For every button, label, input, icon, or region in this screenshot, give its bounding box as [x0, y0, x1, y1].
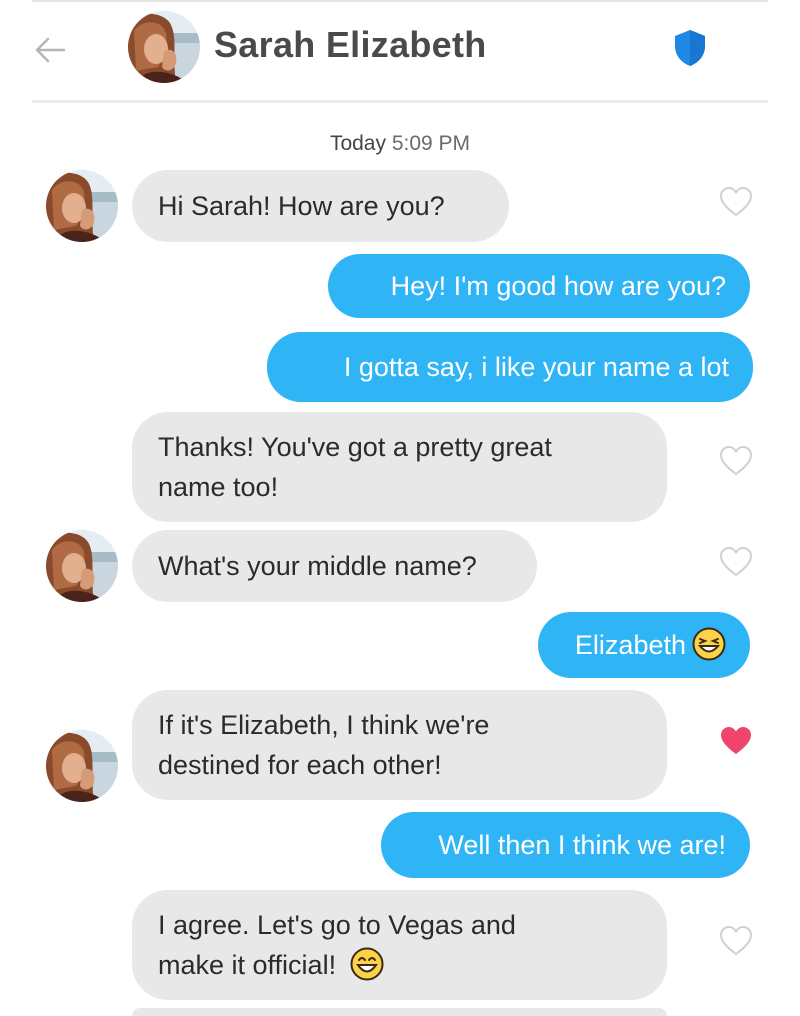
message-bubble-outgoing[interactable]: Well then I think we are! [381, 812, 750, 878]
message-text-line: destined for each other! [158, 750, 442, 780]
message-text-line: I agree. Let's go to Vegas and [158, 910, 516, 940]
message-text: Hey! I'm good how are you? [390, 271, 726, 301]
message-bubble-outgoing[interactable]: Hey! I'm good how are you? [328, 254, 750, 318]
message-bubble-incoming[interactable]: What's your middle name? [132, 530, 537, 602]
top-divider [32, 0, 768, 2]
message-text-line: name too! [158, 472, 279, 502]
message-text-line: Thanks! You've got a pretty great [158, 432, 552, 462]
contact-avatar[interactable] [128, 11, 200, 83]
like-button[interactable] [719, 186, 753, 218]
contact-name[interactable]: Sarah Elizabeth [214, 24, 487, 66]
like-button[interactable] [719, 925, 753, 957]
message-text: Well then I think we are! [438, 830, 726, 860]
sender-avatar[interactable] [46, 530, 118, 602]
like-button[interactable] [719, 546, 753, 578]
conversation-timestamp: Today 5:09 PM [0, 132, 800, 156]
sender-avatar[interactable] [46, 170, 118, 242]
laughing-emoji-icon [692, 627, 726, 661]
message-bubble-outgoing[interactable]: Elizabeth [538, 612, 750, 678]
message-bubble-incoming[interactable]: If it's Elizabeth, I think we're destine… [132, 690, 667, 800]
message-text-line-with-emoji: make it official! [158, 945, 641, 985]
timestamp-day: Today [329, 132, 386, 155]
heart-outline-icon [719, 186, 753, 218]
message-text: Elizabeth [574, 630, 686, 660]
message-bubble-incoming[interactable]: I agree. Let's go to Vegas and make it o… [132, 890, 667, 1000]
back-button[interactable] [32, 32, 68, 68]
message-text: make it official! [158, 950, 337, 980]
timestamp-time: 5:09 PM [391, 132, 471, 155]
message-text: I gotta say, i like your name a lot [343, 352, 729, 382]
safety-shield-button[interactable] [672, 28, 708, 68]
liked-heart-button[interactable] [719, 725, 753, 757]
message-bubble-incoming[interactable]: Thanks! You've got a pretty great name t… [132, 412, 667, 522]
message-text: Hi Sarah! How are you? [158, 191, 445, 221]
sender-avatar[interactable] [46, 730, 118, 802]
heart-outline-icon [719, 546, 753, 578]
message-bubble-outgoing[interactable]: I gotta say, i like your name a lot [267, 332, 753, 402]
grinning-emoji-icon [350, 947, 384, 981]
message-text-line: If it's Elizabeth, I think we're [158, 710, 490, 740]
like-button[interactable] [719, 445, 753, 477]
message-bubble-incoming[interactable]: Hi Sarah! How are you? [132, 170, 509, 242]
arrow-left-icon [35, 37, 66, 63]
message-text: What's your middle name? [158, 551, 477, 581]
message-bubble-incoming-partial [132, 1008, 667, 1016]
shield-icon [675, 30, 705, 66]
heart-outline-icon [719, 445, 753, 477]
header-divider [32, 100, 768, 103]
heart-outline-icon [719, 925, 753, 957]
heart-filled-icon [719, 725, 753, 757]
